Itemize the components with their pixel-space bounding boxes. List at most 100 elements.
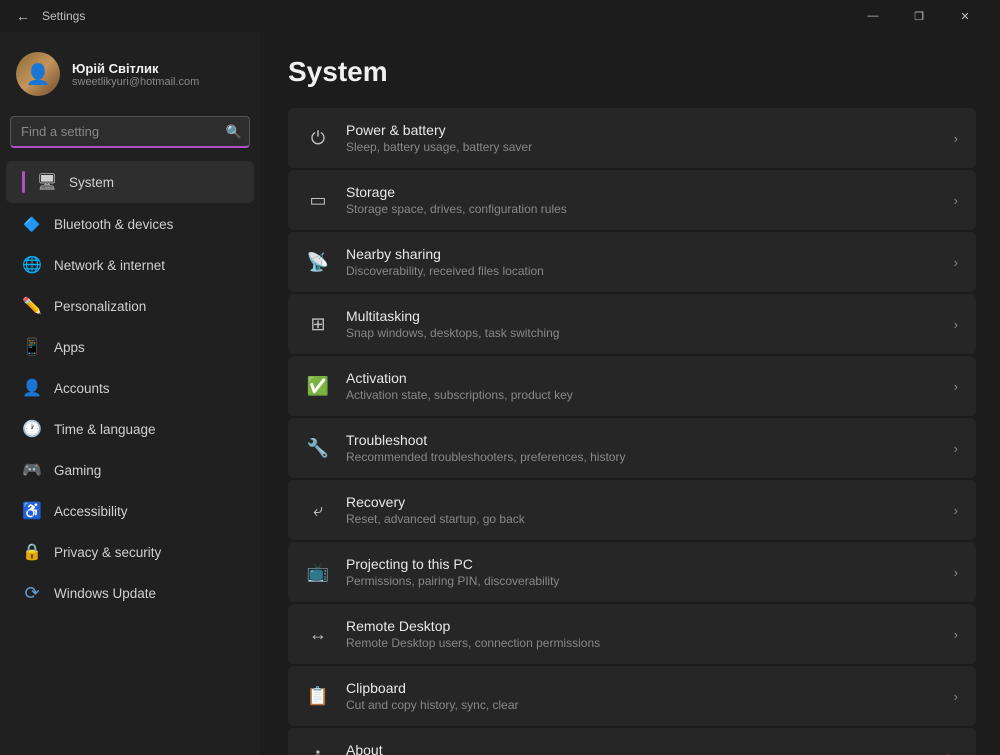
bluetooth-icon: 🔷 (22, 214, 42, 234)
user-profile[interactable]: 👤 Юрій Світлик sweetlikyuri@hotmail.com (0, 40, 260, 116)
settings-item-subtitle: Storage space, drives, configuration rul… (346, 202, 567, 216)
chevron-right-icon: › (954, 255, 958, 270)
storage-icon: ▭ (306, 188, 330, 212)
settings-item-troubleshoot[interactable]: 🔧 Troubleshoot Recommended troubleshoote… (288, 418, 976, 478)
sidebar-item-bluetooth[interactable]: 🔷 Bluetooth & devices (6, 204, 254, 244)
sidebar-item-label: Personalization (54, 299, 146, 314)
apps-icon: 📱 (22, 337, 42, 357)
settings-item-text: Nearby sharing Discoverability, received… (346, 246, 544, 278)
accessibility-icon: ♿ (22, 501, 42, 521)
sidebar-item-network[interactable]: 🌐 Network & internet (6, 245, 254, 285)
sidebar: 👤 Юрій Світлик sweetlikyuri@hotmail.com … (0, 32, 260, 755)
settings-item-text: Multitasking Snap windows, desktops, tas… (346, 308, 559, 340)
settings-item-nearby[interactable]: 📡 Nearby sharing Discoverability, receiv… (288, 232, 976, 292)
search-box: 🔍 (10, 116, 250, 148)
settings-item-title: Remote Desktop (346, 618, 600, 634)
sidebar-item-time[interactable]: 🕐 Time & language (6, 409, 254, 449)
sidebar-item-update[interactable]: ⟳ Windows Update (6, 573, 254, 613)
minimize-button[interactable]: — (850, 0, 896, 32)
clipboard-icon: 📋 (306, 684, 330, 708)
settings-item-subtitle: Permissions, pairing PIN, discoverabilit… (346, 574, 559, 588)
settings-item-power[interactable]: ⏻ Power & battery Sleep, battery usage, … (288, 108, 976, 168)
settings-item-storage[interactable]: ▭ Storage Storage space, drives, configu… (288, 170, 976, 230)
red-arrow-indicator: ▶ (763, 750, 958, 755)
settings-item-title: About (346, 742, 656, 755)
privacy-icon: 🔒 (22, 542, 42, 562)
projecting-icon: 📺 (306, 560, 330, 584)
settings-item-title: Clipboard (346, 680, 519, 696)
settings-item-activation[interactable]: ✅ Activation Activation state, subscript… (288, 356, 976, 416)
time-icon: 🕐 (22, 419, 42, 439)
avatar: 👤 (16, 52, 60, 96)
about-icon: ℹ (306, 746, 330, 755)
sidebar-item-system[interactable]: 🖥 System (6, 161, 254, 203)
power-icon: ⏻ (306, 126, 330, 150)
sidebar-item-label: Privacy & security (54, 545, 161, 560)
sidebar-item-apps[interactable]: 📱 Apps (6, 327, 254, 367)
settings-item-left: ⤶ Recovery Reset, advanced startup, go b… (306, 494, 525, 526)
sidebar-item-personalization[interactable]: ✏️ Personalization (6, 286, 254, 326)
settings-item-title: Power & battery (346, 122, 532, 138)
settings-item-subtitle: Reset, advanced startup, go back (346, 512, 525, 526)
settings-item-subtitle: Sleep, battery usage, battery saver (346, 140, 532, 154)
settings-item-remote[interactable]: ↔ Remote Desktop Remote Desktop users, c… (288, 604, 976, 664)
close-button[interactable]: ✕ (942, 0, 988, 32)
settings-item-left: ↔ Remote Desktop Remote Desktop users, c… (306, 618, 600, 650)
multitasking-icon: ⊞ (306, 312, 330, 336)
sidebar-item-gaming[interactable]: 🎮 Gaming (6, 450, 254, 490)
remote-icon: ↔ (306, 622, 330, 646)
app-body: 👤 Юрій Світлик sweetlikyuri@hotmail.com … (0, 32, 1000, 755)
accounts-icon: 👤 (22, 378, 42, 398)
settings-item-title: Multitasking (346, 308, 559, 324)
settings-item-left: 📡 Nearby sharing Discoverability, receiv… (306, 246, 544, 278)
sidebar-item-label: Accounts (54, 381, 110, 396)
back-button[interactable]: ← (12, 6, 34, 26)
troubleshoot-icon: 🔧 (306, 436, 330, 460)
settings-item-left: ℹ About Device specifications, rename PC… (306, 742, 656, 755)
settings-item-about[interactable]: ℹ About Device specifications, rename PC… (288, 728, 976, 755)
sidebar-item-label: Gaming (54, 463, 101, 478)
sidebar-item-privacy[interactable]: 🔒 Privacy & security (6, 532, 254, 572)
gaming-icon: 🎮 (22, 460, 42, 480)
user-name: Юрій Світлик (72, 61, 199, 76)
settings-item-title: Recovery (346, 494, 525, 510)
sidebar-item-label: System (69, 175, 114, 190)
sidebar-item-label: Time & language (54, 422, 156, 437)
maximize-button[interactable]: ❐ (896, 0, 942, 32)
settings-item-subtitle: Discoverability, received files location (346, 264, 544, 278)
red-arrowhead-icon: ▶ (947, 750, 958, 755)
sidebar-item-accessibility[interactable]: ♿ Accessibility (6, 491, 254, 531)
settings-item-title: Activation (346, 370, 573, 386)
recovery-icon: ⤶ (306, 498, 330, 522)
avatar-image: 👤 (16, 52, 60, 96)
personalization-icon: ✏️ (22, 296, 42, 316)
sidebar-item-accounts[interactable]: 👤 Accounts (6, 368, 254, 408)
titlebar-left: ← Settings (12, 6, 85, 26)
titlebar: ← Settings — ❐ ✕ (0, 0, 1000, 32)
settings-item-clipboard[interactable]: 📋 Clipboard Cut and copy history, sync, … (288, 666, 976, 726)
settings-item-subtitle: Recommended troubleshooters, preferences… (346, 450, 625, 464)
chevron-right-icon: › (954, 379, 958, 394)
chevron-right-icon: › (954, 193, 958, 208)
main-content: System ⏻ Power & battery Sleep, battery … (260, 32, 1000, 755)
nearby-icon: 📡 (306, 250, 330, 274)
user-info: Юрій Світлик sweetlikyuri@hotmail.com (72, 61, 199, 88)
settings-item-title: Projecting to this PC (346, 556, 559, 572)
chevron-right-icon: › (954, 627, 958, 642)
settings-item-text: Activation Activation state, subscriptio… (346, 370, 573, 402)
settings-item-projecting[interactable]: 📺 Projecting to this PC Permissions, pai… (288, 542, 976, 602)
settings-item-left: ✅ Activation Activation state, subscript… (306, 370, 573, 402)
settings-item-title: Nearby sharing (346, 246, 544, 262)
system-icon: 🖥 (37, 172, 57, 192)
sidebar-item-label: Apps (54, 340, 85, 355)
search-icon: 🔍 (226, 124, 242, 140)
search-input[interactable] (10, 116, 250, 148)
settings-item-left: ⊞ Multitasking Snap windows, desktops, t… (306, 308, 559, 340)
chevron-right-icon: › (954, 317, 958, 332)
sidebar-item-label: Windows Update (54, 586, 156, 601)
settings-item-subtitle: Activation state, subscriptions, product… (346, 388, 573, 402)
settings-item-recovery[interactable]: ⤶ Recovery Reset, advanced startup, go b… (288, 480, 976, 540)
settings-item-multitasking[interactable]: ⊞ Multitasking Snap windows, desktops, t… (288, 294, 976, 354)
user-email: sweetlikyuri@hotmail.com (72, 76, 199, 88)
chevron-right-icon: › (954, 441, 958, 456)
